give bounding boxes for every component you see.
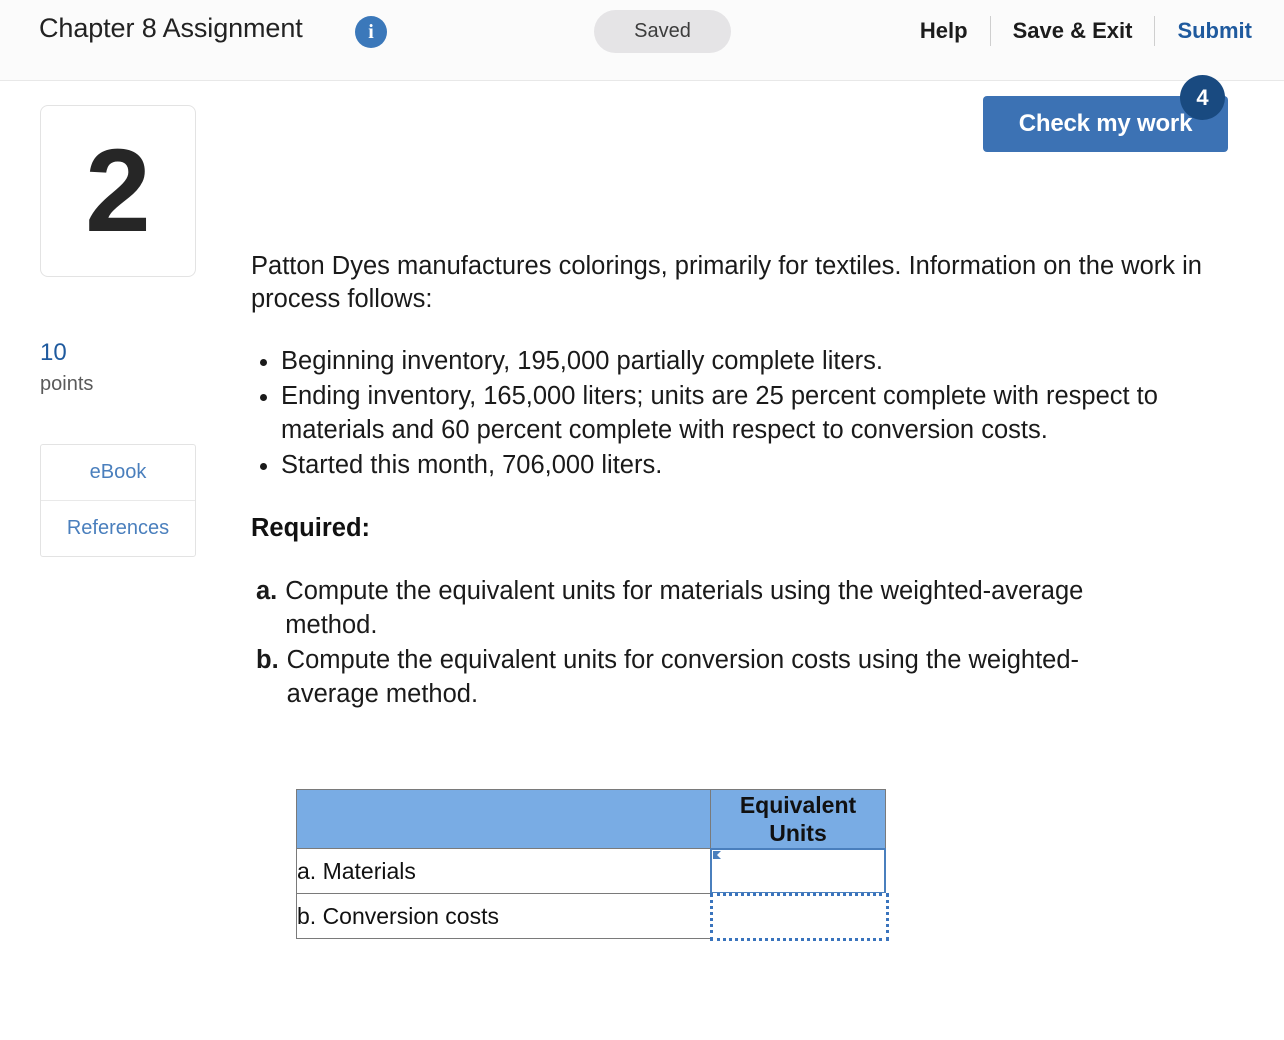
check-my-work-count-badge: 4 [1180, 75, 1225, 120]
answer-table-wrapper: Equivalent Units a. Materials b. Convers… [296, 789, 889, 941]
save-and-exit-button[interactable]: Save & Exit [991, 18, 1155, 44]
row-label-conversion-costs: b. Conversion costs [296, 893, 711, 939]
table-row: a. Materials [296, 848, 886, 894]
table-header-row: Equivalent Units [296, 789, 886, 849]
question-content: Patton Dyes manufactures colorings, prim… [251, 224, 1241, 713]
list-item: Started this month, 706,000 liters. [281, 449, 1221, 483]
list-item: b. Compute the equivalent units for conv… [251, 644, 1151, 712]
ebook-link[interactable]: eBook [41, 445, 195, 500]
row-label-materials: a. Materials [296, 848, 711, 894]
conversion-costs-answer-cell[interactable] [710, 893, 889, 941]
assignment-title: Chapter 8 Assignment [39, 13, 303, 43]
points-block: 10 points [40, 339, 198, 398]
references-link[interactable]: References [41, 499, 195, 556]
requirement-marker: b. [256, 645, 279, 674]
submit-button[interactable]: Submit [1155, 18, 1252, 44]
requirement-text: Compute the equivalent units for materia… [285, 576, 1084, 639]
conversion-costs-answer-input[interactable] [711, 894, 885, 938]
required-heading: Required: [251, 513, 371, 542]
materials-answer-cell[interactable] [710, 848, 886, 894]
equivalent-units-table: Equivalent Units a. Materials b. Convers… [296, 789, 889, 941]
points-value: 10 [40, 339, 67, 366]
points-label: points [40, 372, 94, 395]
materials-answer-input[interactable] [711, 849, 885, 893]
info-icon[interactable]: i [355, 16, 387, 48]
top-bar: Chapter 8 Assignment i Saved Help Save &… [0, 0, 1284, 81]
problem-facts-list: Beginning inventory, 195,000 partially c… [251, 345, 1221, 483]
check-my-work-group: Check my work 4 [983, 75, 1228, 152]
list-item: a. Compute the equivalent units for mate… [251, 575, 1151, 643]
list-item: Ending inventory, 165,000 liters; units … [281, 380, 1221, 448]
table-row: b. Conversion costs [296, 893, 889, 941]
list-item: Beginning inventory, 195,000 partially c… [281, 345, 1221, 379]
problem-intro: Patton Dyes manufactures colorings, prim… [251, 251, 1202, 314]
resource-links-box: eBook References [40, 443, 196, 557]
top-nav: Help Save & Exit Submit [898, 14, 1252, 48]
requirements-list: a. Compute the equivalent units for mate… [251, 575, 1151, 712]
column-header-blank [296, 789, 711, 849]
requirement-text: Compute the equivalent units for convers… [286, 645, 1080, 708]
save-status-badge: Saved [594, 10, 731, 53]
column-header-equivalent-units: Equivalent Units [710, 789, 886, 849]
question-number-card: 2 [40, 105, 196, 277]
question-number: 2 [85, 125, 151, 257]
question-rail: 2 10 points eBook References [40, 105, 198, 557]
help-button[interactable]: Help [898, 18, 990, 44]
requirement-marker: a. [256, 576, 278, 605]
